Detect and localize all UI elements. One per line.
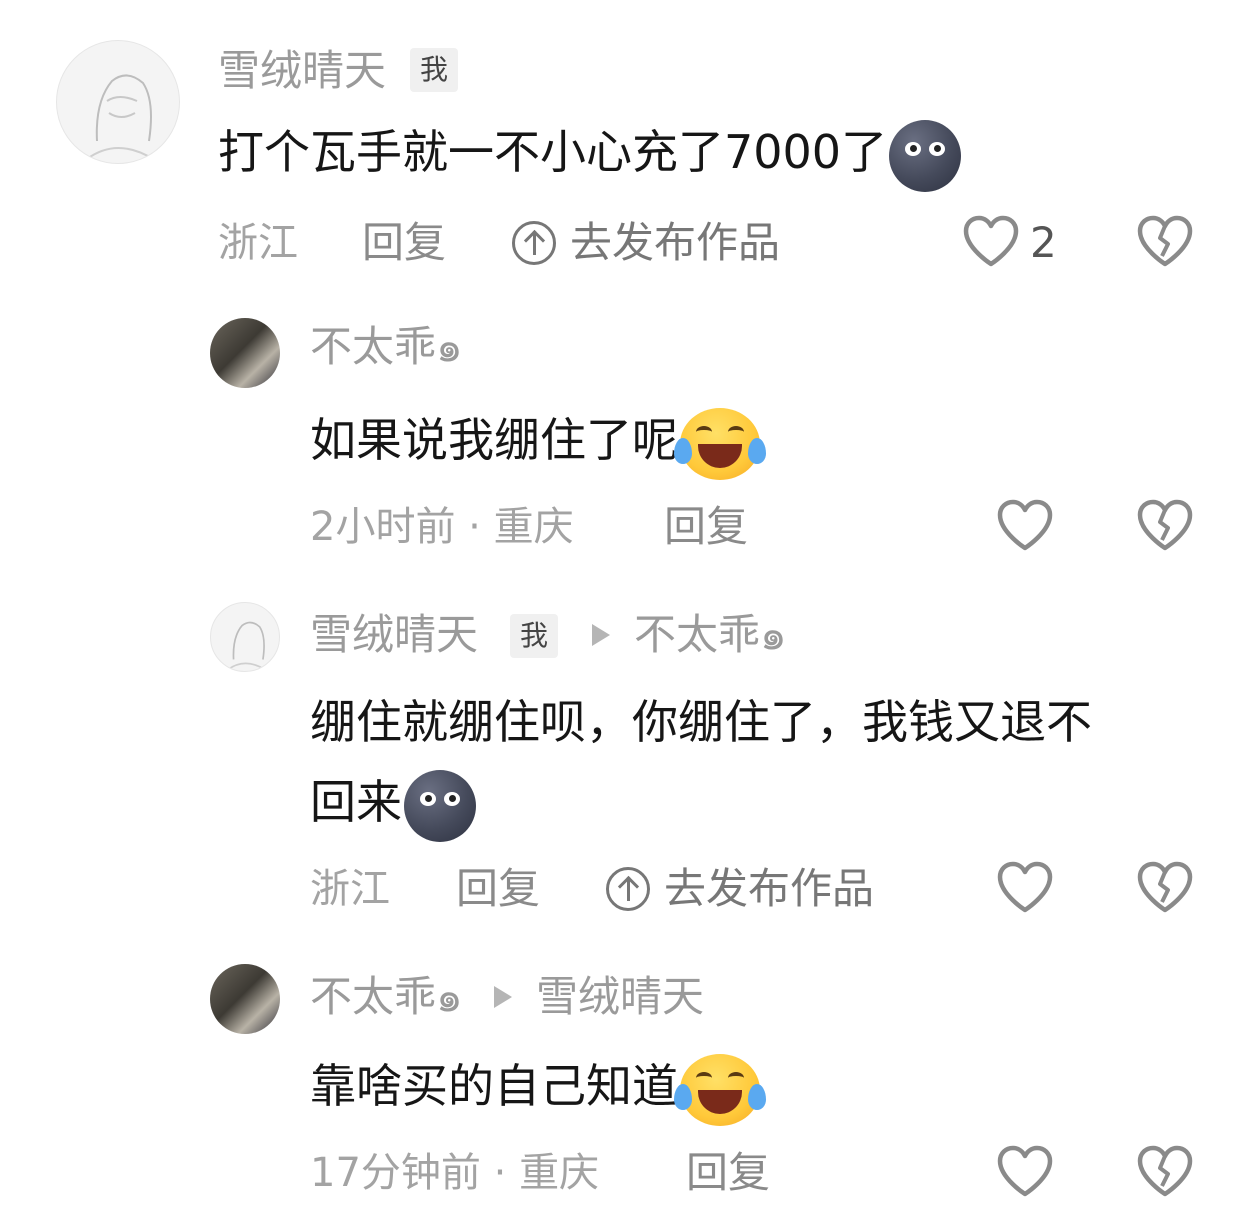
self-badge: 我 [510, 614, 559, 658]
meta-info: 2小时前 · 重庆 [310, 502, 574, 552]
location-label: 浙江 [310, 866, 390, 912]
sketch-portrait-icon [86, 74, 154, 160]
reply-to-username[interactable]: 不太乖๑ [634, 610, 787, 660]
self-badge: 我 [410, 48, 459, 92]
timestamp: 2小时前 [310, 504, 456, 550]
publish-label: 去发布作品 [570, 218, 781, 267]
publish-label: 去发布作品 [664, 864, 875, 913]
like-heart-icon[interactable] [996, 498, 1054, 552]
publish-work-button[interactable]: 去发布作品 [606, 864, 874, 914]
new-moon-face-emoji [889, 119, 962, 192]
username[interactable]: 雪绒晴天 [218, 46, 386, 96]
reply-button[interactable]: 回复 [362, 218, 446, 268]
timestamp: 17分钟前 [310, 1150, 481, 1196]
like-count: 2 [1030, 218, 1057, 267]
user-avatar[interactable] [210, 964, 280, 1034]
dislike-broken-heart-icon[interactable] [1136, 860, 1194, 914]
comment-text: 回来 [310, 762, 476, 842]
comment-text: 绷住就绷住呗，你绷住了，我钱又退不 [310, 682, 1092, 762]
reply-arrow-icon [592, 624, 610, 646]
username[interactable]: 不太乖๑ [310, 972, 463, 1022]
sketch-portrait-icon [227, 621, 266, 671]
upload-circle-icon [512, 221, 556, 265]
location-label: 重庆 [519, 1150, 600, 1196]
laughing-tears-emoji [674, 407, 766, 480]
username[interactable]: 雪绒晴天 [310, 610, 478, 660]
like-heart-icon[interactable] [996, 1144, 1054, 1198]
comment-text: 靠啥买的自己知道 [310, 1046, 766, 1126]
publish-work-button[interactable]: 去发布作品 [512, 218, 780, 268]
meta-info: 17分钟前 · 重庆 [310, 1148, 599, 1198]
comment-text: 如果说我绷住了呢 [310, 400, 766, 480]
comment-text: 打个瓦手就一不小心充了7000了 [218, 112, 962, 192]
like-heart-icon[interactable] [962, 214, 1020, 268]
separator-dot: · [493, 1150, 507, 1196]
reply-button[interactable]: 回复 [456, 864, 540, 914]
dislike-broken-heart-icon[interactable] [1136, 498, 1194, 552]
location-label: 浙江 [218, 220, 298, 266]
dislike-broken-heart-icon[interactable] [1136, 214, 1194, 268]
reply-button[interactable]: 回复 [686, 1148, 770, 1198]
reply-button[interactable]: 回复 [664, 502, 748, 552]
dislike-broken-heart-icon[interactable] [1136, 1144, 1194, 1198]
comment-text-content: 打个瓦手就一不小心充了7000了 [218, 125, 888, 179]
user-avatar[interactable] [56, 40, 180, 164]
reply-to-username[interactable]: 雪绒晴天 [536, 972, 704, 1022]
new-moon-face-emoji [404, 769, 476, 842]
separator-dot: · [468, 504, 481, 550]
user-avatar[interactable] [210, 318, 280, 388]
user-avatar[interactable] [210, 602, 280, 672]
username[interactable]: 不太乖๑ [310, 322, 463, 372]
comment-text-content: 靠啥买的自己知道 [310, 1059, 678, 1113]
comment-text-line2: 回来 [310, 775, 402, 829]
upload-circle-icon [606, 867, 650, 911]
comment-text-line1: 绷住就绷住呗，你绷住了，我钱又退不 [310, 695, 1092, 749]
laughing-tears-emoji [674, 1053, 766, 1126]
comment-text-content: 如果说我绷住了呢 [310, 413, 678, 467]
reply-arrow-icon [494, 986, 512, 1008]
location-label: 重庆 [493, 504, 574, 550]
like-heart-icon[interactable] [996, 860, 1054, 914]
